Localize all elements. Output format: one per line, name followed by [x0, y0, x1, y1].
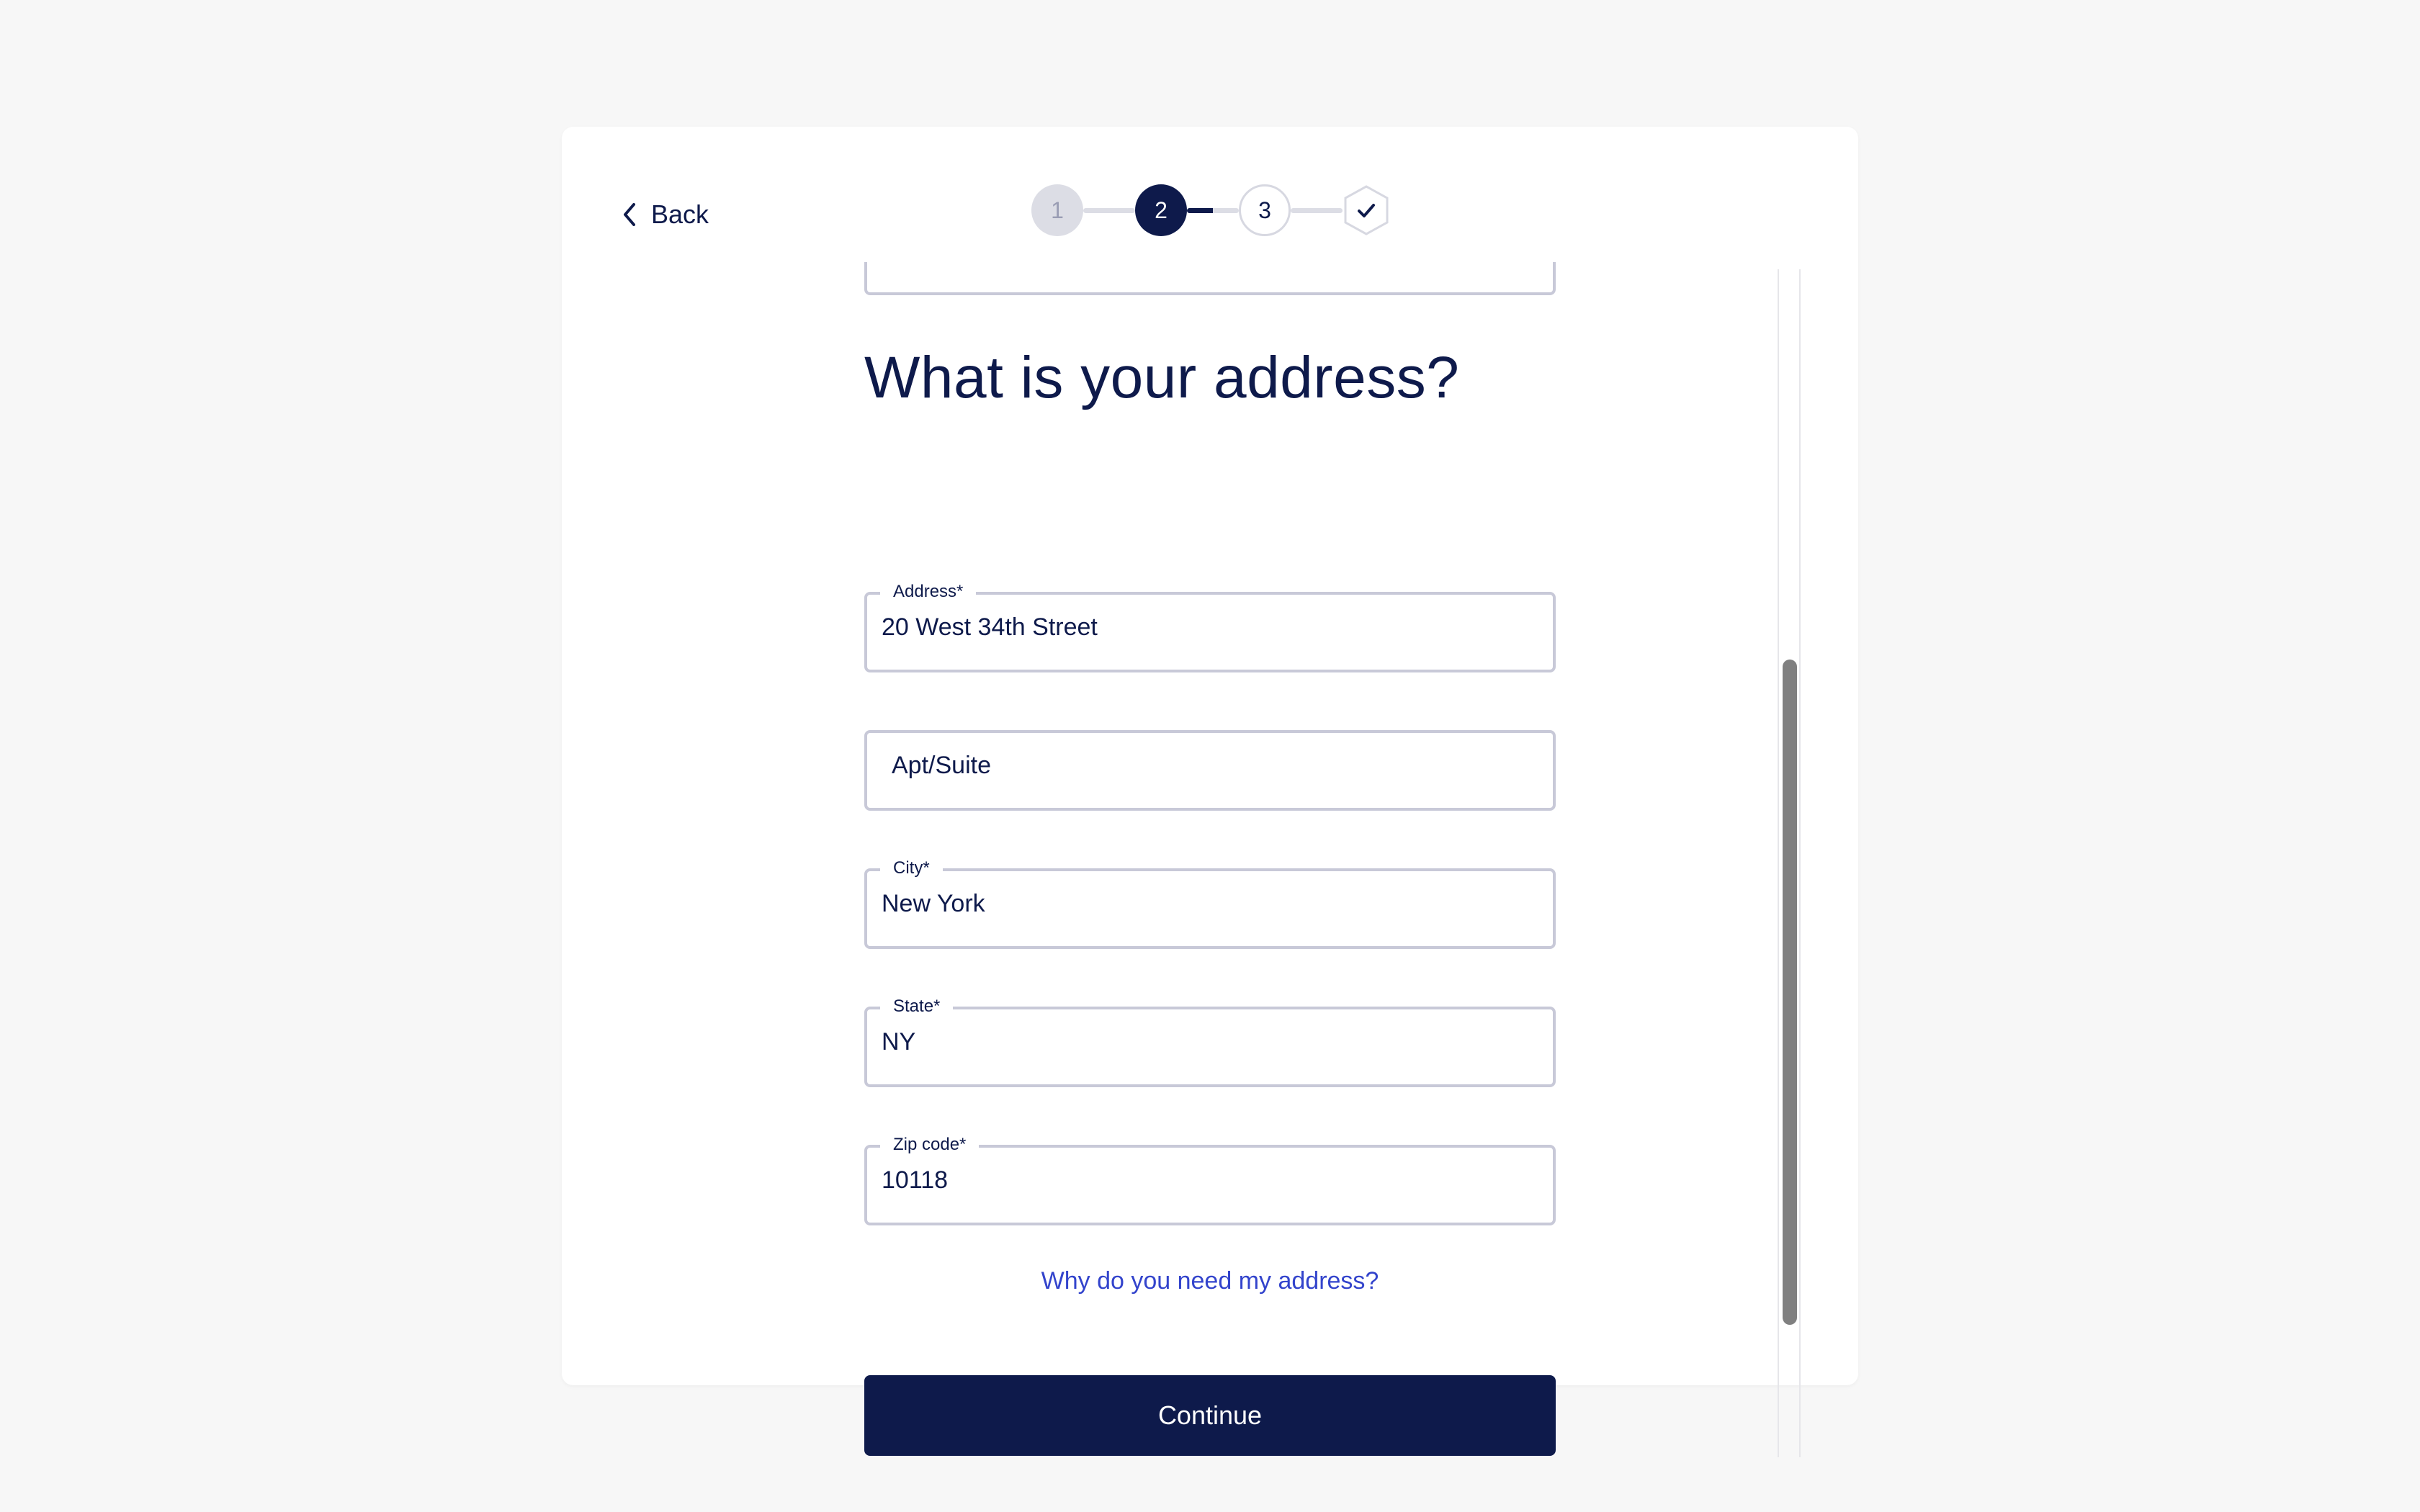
progress-stepper: 1 2 3: [1031, 183, 1390, 238]
previous-field-partial[interactable]: [864, 262, 1556, 295]
step-3: 3: [1239, 184, 1291, 236]
apt-suite-field[interactable]: Apt/Suite: [864, 730, 1556, 811]
form-scroll-area: What is your address? Address* Apt/Suite…: [562, 262, 1858, 1456]
step-3-label: 3: [1258, 197, 1271, 223]
state-field[interactable]: State*: [864, 995, 1556, 1087]
city-input[interactable]: [882, 890, 1530, 918]
step-complete: [1343, 184, 1390, 236]
zip-code-input[interactable]: [882, 1166, 1530, 1194]
state-label: State*: [880, 995, 954, 1018]
address-label: Address*: [880, 580, 977, 603]
step-connector: [1083, 207, 1135, 213]
form-card: Back 1 2 3 What is your address? Address…: [562, 127, 1858, 1457]
step-2: 2: [1135, 184, 1187, 236]
zip-code-label: Zip code*: [880, 1133, 980, 1156]
chevron-left-icon: [624, 203, 635, 226]
city-label: City*: [880, 857, 943, 880]
scrollbar-thumb[interactable]: [1783, 660, 1797, 1325]
city-field[interactable]: City*: [864, 857, 1556, 949]
step-connector-active: [1187, 207, 1239, 213]
step-connector: [1291, 207, 1343, 213]
step-1: 1: [1031, 184, 1083, 236]
page-title: What is your address?: [864, 345, 1460, 410]
zip-code-field[interactable]: Zip code*: [864, 1133, 1556, 1225]
apt-suite-placeholder: Apt/Suite: [892, 752, 991, 779]
address-field[interactable]: Address*: [864, 580, 1556, 672]
why-address-link[interactable]: Why do you need my address?: [864, 1267, 1556, 1295]
scrollbar-track[interactable]: [1778, 269, 1801, 1457]
back-label: Back: [651, 199, 709, 229]
step-1-label: 1: [1051, 197, 1064, 223]
address-input[interactable]: [882, 613, 1530, 642]
check-icon: [1344, 185, 1389, 235]
back-button[interactable]: Back: [619, 193, 709, 236]
step-2-label: 2: [1155, 197, 1168, 223]
continue-button[interactable]: Continue: [864, 1375, 1556, 1456]
state-input[interactable]: [882, 1028, 1530, 1056]
